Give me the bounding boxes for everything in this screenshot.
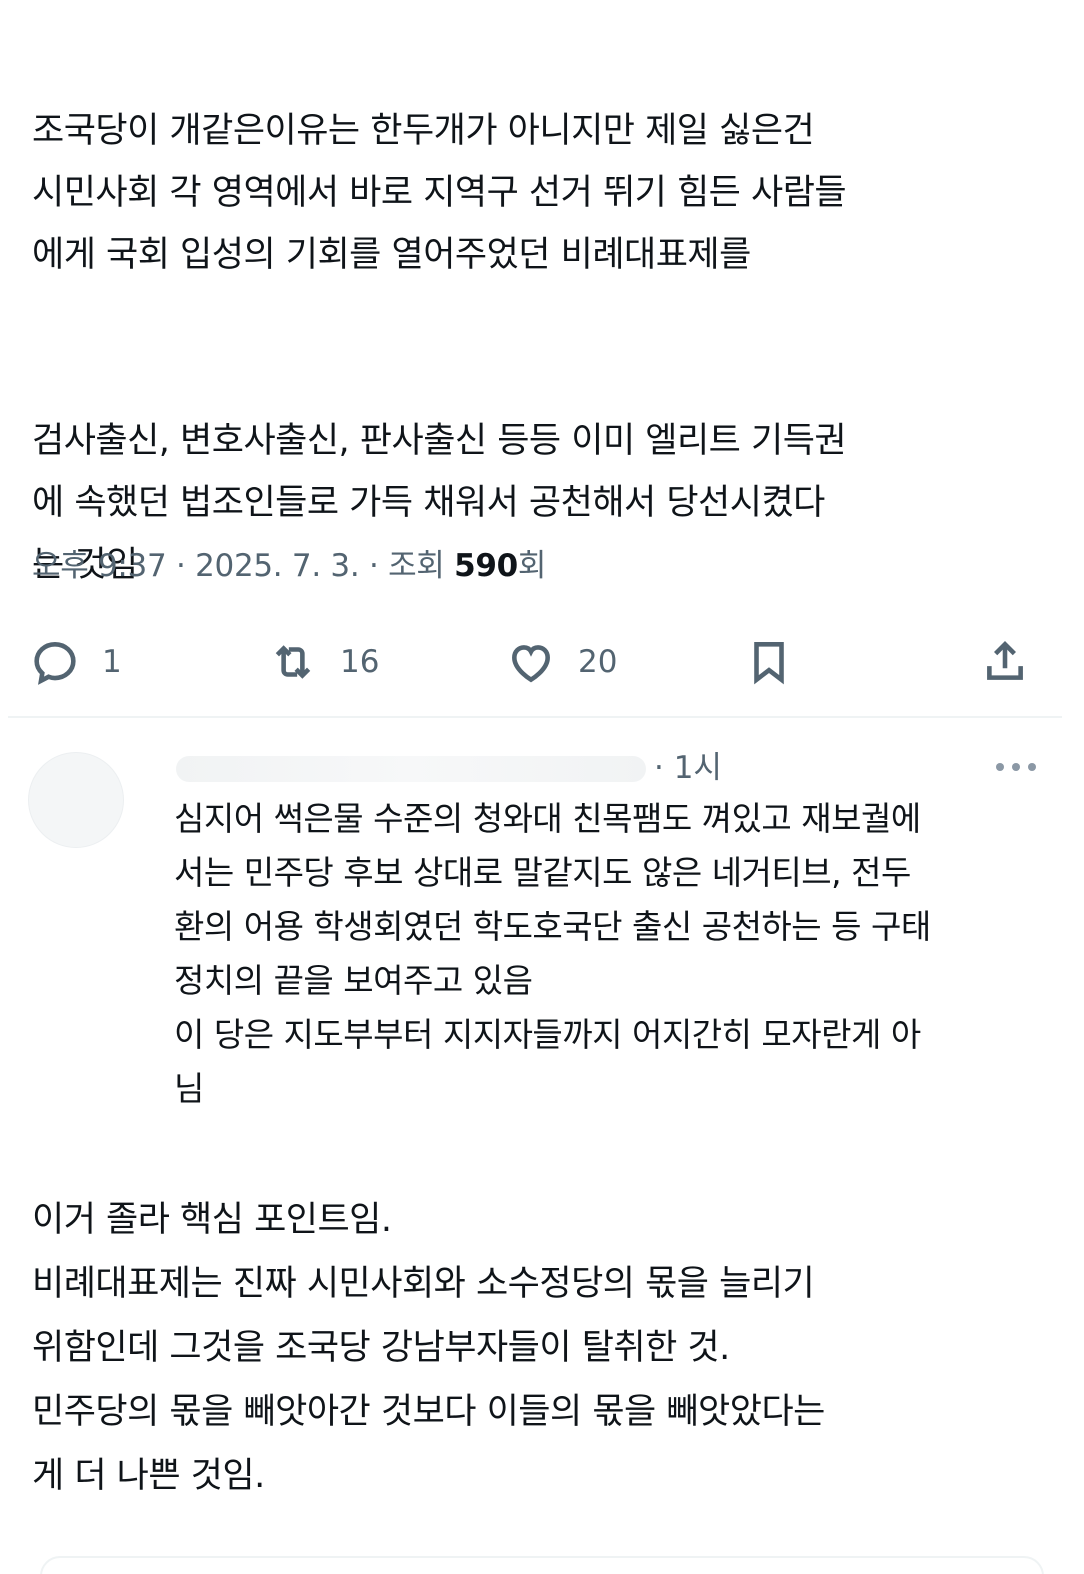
views-count: 590 [454,548,518,584]
like-icon [512,645,550,683]
retweet-button[interactable]: 16 [268,630,379,694]
more-icon[interactable] [996,752,1036,782]
share-button[interactable] [980,630,1030,694]
action-bar: 1 16 20 [30,630,1040,694]
tweet-time[interactable]: 오후 9:37 [32,548,167,584]
reply-header: · 1시 [176,744,1046,792]
tweet-date[interactable]: 2025. 7. 3. [195,548,360,584]
bookmark-icon [754,642,784,685]
bookmark-button[interactable] [744,630,794,694]
tweet-meta: 오후 9:37 · 2025. 7. 3. · 조회 590회 [32,540,546,592]
retweet-icon [275,645,311,679]
next-post-card [40,1556,1044,1574]
comment-text: 이거 졸라 핵심 포인트임. 비례대표제는 진짜 시민사회와 소수정당의 몫을 … [32,1200,825,1496]
tweet-paragraph-1: 조국당이 개같은이유는 한두개가 아니지만 제일 싫은건 시민사회 각 영역에서… [32,111,847,275]
like-count: 20 [578,644,618,680]
reply-button[interactable]: 1 [30,630,122,694]
post-page: 조국당이 개같은이유는 한두개가 아니지만 제일 싫은건 시민사회 각 영역에서… [0,0,1084,1574]
reply-username-blurred[interactable] [176,756,646,782]
reply-count: 1 [102,644,122,680]
reply-avatar[interactable] [28,752,124,848]
like-button[interactable]: 20 [506,630,617,694]
divider [8,716,1062,718]
reply-icon [34,641,76,685]
views-suffix: 회 [517,548,547,584]
share-icon [987,641,1023,680]
reply-time[interactable]: · 1시 [654,746,722,790]
meta-separator: · [368,548,389,584]
reply-text: 심지어 썩은물 수준의 청와대 친목팸도 껴있고 재보궐에 서는 민주당 후보 … [174,799,931,1108]
views-prefix: 조회 [388,548,445,584]
retweet-count: 16 [340,644,380,680]
meta-separator: · [175,548,196,584]
